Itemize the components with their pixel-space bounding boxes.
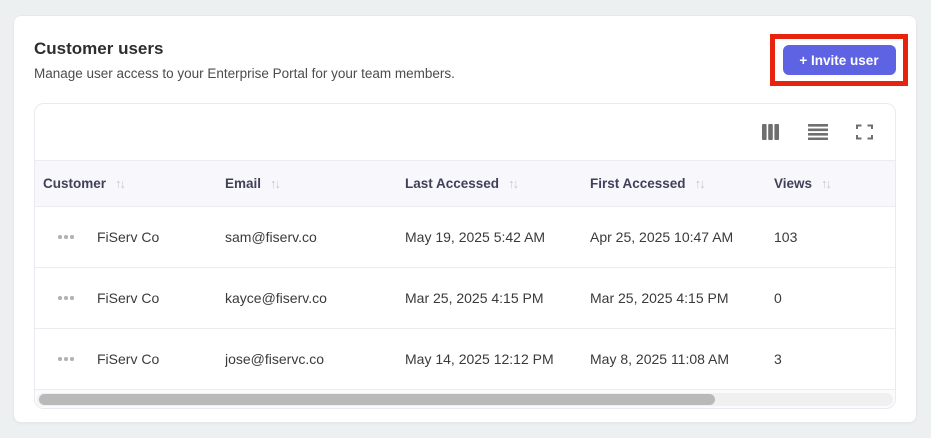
views-cell: 3 [774, 351, 782, 367]
customer-cell: FiServ Co [97, 290, 160, 306]
views-cell: 103 [774, 229, 798, 245]
customer-cell: FiServ Co [97, 351, 160, 367]
last-accessed-cell: May 14, 2025 12:12 PM [405, 351, 554, 367]
horizontal-scrollbar[interactable] [35, 390, 895, 408]
table-row: FiServ Co jose@fiservc.co May 14, 2025 1… [35, 329, 895, 390]
sort-icon: ↑↓ [821, 176, 832, 191]
column-label: First Accessed [590, 176, 686, 191]
scrollbar-track[interactable] [37, 393, 893, 406]
column-header-views[interactable]: Views ↑↓ [774, 176, 895, 191]
email-cell: kayce@fiserv.co [225, 290, 327, 306]
ellipsis-icon[interactable] [54, 351, 78, 367]
sort-icon: ↑↓ [115, 176, 126, 191]
rows-density-icon[interactable] [806, 122, 830, 142]
customer-users-card: Customer users Manage user access to you… [13, 15, 917, 423]
ellipsis-icon[interactable] [54, 229, 78, 245]
ellipsis-icon[interactable] [54, 290, 78, 306]
sort-icon: ↑↓ [694, 176, 706, 191]
column-header-email[interactable]: Email ↑↓ [225, 176, 405, 191]
last-accessed-cell: Mar 25, 2025 4:15 PM [405, 290, 544, 306]
header-text: Customer users Manage user access to you… [34, 38, 896, 83]
invite-user-highlight-annotation: + Invite user [770, 34, 908, 86]
table-header-row: Customer ↑↓ Email ↑↓ Last Accessed ↑↓ Fi… [35, 160, 895, 207]
email-cell: sam@fiserv.co [225, 229, 317, 245]
table-row: FiServ Co kayce@fiserv.co Mar 25, 2025 4… [35, 268, 895, 329]
card-header: Customer users Manage user access to you… [14, 16, 916, 86]
column-header-customer[interactable]: Customer ↑↓ [35, 176, 225, 191]
row-actions-cell [35, 290, 97, 306]
customer-cell: FiServ Co [97, 229, 160, 245]
fullscreen-icon[interactable] [854, 122, 875, 142]
row-actions-cell [35, 229, 97, 245]
column-label: Views [774, 176, 813, 191]
table-toolbar [35, 104, 895, 160]
column-header-first-accessed[interactable]: First Accessed ↑↓ [590, 176, 774, 191]
columns-icon[interactable] [760, 122, 782, 142]
column-label: Customer [43, 176, 107, 191]
row-actions-cell [35, 351, 97, 367]
column-label: Last Accessed [405, 176, 500, 191]
table-row: FiServ Co sam@fiserv.co May 19, 2025 5:4… [35, 207, 895, 268]
page-subtitle: Manage user access to your Enterprise Po… [34, 66, 455, 81]
email-cell: jose@fiservc.co [225, 351, 325, 367]
first-accessed-cell: May 8, 2025 11:08 AM [590, 351, 730, 367]
sort-icon: ↑↓ [508, 176, 519, 191]
scrollbar-thumb[interactable] [39, 394, 716, 405]
page-title: Customer users [34, 39, 164, 58]
sort-icon: ↑↓ [270, 176, 281, 191]
first-accessed-cell: Mar 25, 2025 4:15 PM [590, 290, 729, 306]
column-label: Email [225, 176, 262, 191]
users-table-card: Customer ↑↓ Email ↑↓ Last Accessed ↑↓ Fi… [34, 103, 896, 409]
last-accessed-cell: May 19, 2025 5:42 AM [405, 229, 546, 245]
column-header-last-accessed[interactable]: Last Accessed ↑↓ [405, 176, 590, 191]
invite-user-button[interactable]: + Invite user [782, 45, 896, 75]
views-cell: 0 [774, 290, 782, 306]
first-accessed-cell: Apr 25, 2025 10:47 AM [590, 229, 734, 245]
